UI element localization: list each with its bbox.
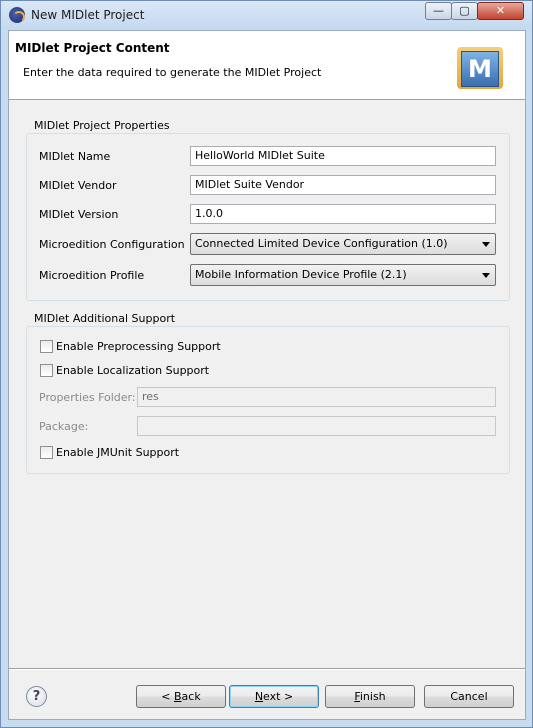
wizard-header: MIDlet Project Content Enter the data re…: [9, 31, 525, 100]
window-title: New MIDlet Project: [31, 8, 145, 22]
properties-folder-label: Properties Folder:: [39, 391, 136, 404]
package-label: Package:: [39, 420, 89, 433]
mtj-logo-icon: M: [461, 51, 499, 87]
wizard-client-area: MIDlet Project Content Enter the data re…: [8, 30, 526, 720]
package-field[interactable]: [137, 416, 496, 436]
next-button-mnemonic: N: [254, 690, 264, 703]
preprocessing-checkbox[interactable]: [40, 340, 53, 353]
microedition-profile-select[interactable]: Mobile Information Device Profile (2.1): [190, 264, 496, 286]
midlet-version-field[interactable]: 1.0.0: [190, 204, 496, 224]
back-button-prefix: <: [161, 690, 174, 703]
back-button[interactable]: < Back: [136, 685, 226, 708]
project-properties-group-label: MIDlet Project Properties: [32, 119, 172, 132]
page-title: MIDlet Project Content: [15, 41, 170, 55]
chevron-down-icon: [482, 273, 490, 278]
jmunit-checkbox[interactable]: [40, 446, 53, 459]
back-button-mnemonic: B: [174, 690, 182, 703]
footer-separator: [9, 668, 525, 670]
midlet-version-label: MIDlet Version: [39, 208, 119, 221]
microedition-profile-label: Microedition Profile: [39, 269, 145, 282]
microedition-configuration-label: Microedition Configuration: [39, 238, 185, 251]
title-bar[interactable]: New MIDlet Project — ▢ ✕: [1, 1, 532, 29]
microedition-configuration-select[interactable]: Connected Limited Device Configuration (…: [190, 233, 496, 255]
cancel-button[interactable]: Cancel: [424, 685, 514, 708]
page-description: Enter the data required to generate the …: [23, 66, 322, 79]
midlet-vendor-label: MIDlet Vendor: [39, 179, 117, 192]
preprocessing-checkbox-label[interactable]: Enable Preprocessing Support: [56, 340, 221, 353]
localization-checkbox-label[interactable]: Enable Localization Support: [56, 364, 209, 377]
microedition-configuration-value: Connected Limited Device Configuration (…: [195, 237, 448, 250]
midlet-vendor-field[interactable]: MIDlet Suite Vendor: [190, 175, 496, 195]
wizard-window: New MIDlet Project — ▢ ✕ MIDlet Project …: [0, 0, 533, 728]
microedition-profile-value: Mobile Information Device Profile (2.1): [195, 268, 407, 281]
help-icon[interactable]: ?: [26, 686, 47, 707]
jmunit-checkbox-label[interactable]: Enable JMUnit Support: [56, 446, 179, 459]
next-button-rest: ext >: [263, 690, 294, 703]
mtj-wizard-icon: M: [453, 43, 505, 89]
close-button[interactable]: ✕: [477, 2, 524, 20]
chevron-down-icon: [482, 242, 490, 247]
midlet-name-label: MIDlet Name: [39, 150, 111, 163]
minimize-button[interactable]: —: [425, 2, 452, 20]
eclipse-icon: [9, 7, 25, 23]
finish-button-rest: inish: [359, 690, 386, 703]
midlet-name-field[interactable]: HelloWorld MIDlet Suite: [190, 146, 496, 166]
localization-checkbox[interactable]: [40, 364, 53, 377]
properties-folder-field[interactable]: res: [137, 387, 496, 407]
maximize-button[interactable]: ▢: [451, 2, 478, 20]
additional-support-group-label: MIDlet Additional Support: [32, 312, 178, 325]
finish-button[interactable]: Finish: [325, 685, 415, 708]
back-button-rest: ack: [181, 690, 201, 703]
next-button[interactable]: Next >: [229, 685, 319, 708]
